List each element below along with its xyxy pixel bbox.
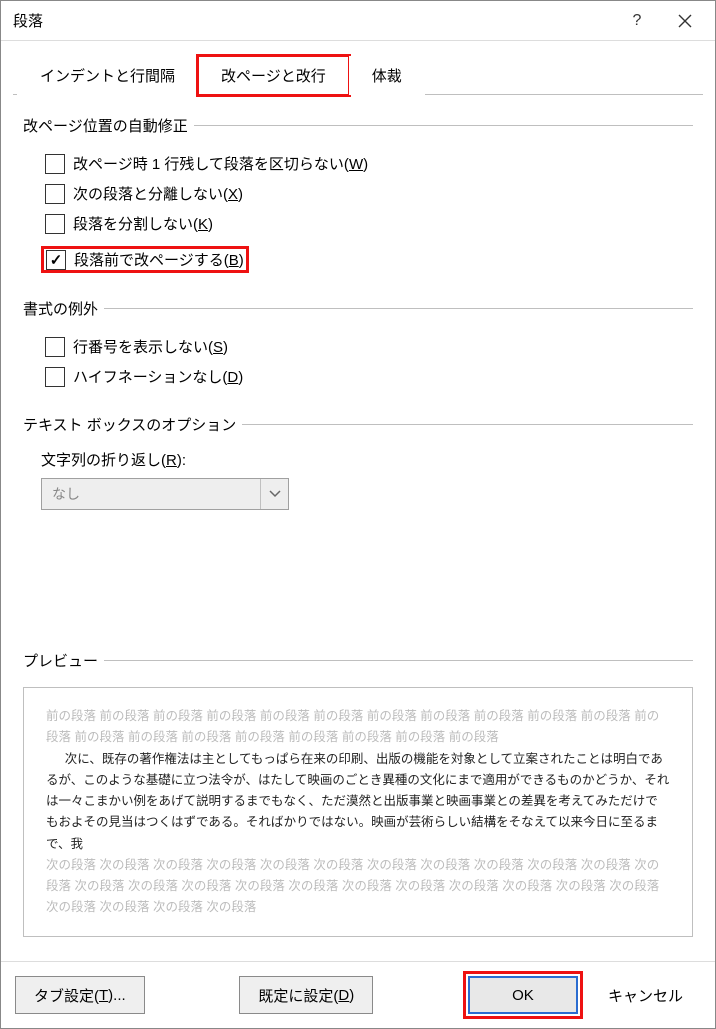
dialog-title: 段落 <box>13 10 613 31</box>
checkbox-keep-with-next[interactable]: 次の段落と分離しない(X) <box>41 181 693 206</box>
checkbox-widow-orphan[interactable]: 改ページ時 1 行残して段落を区切らない(W) <box>41 151 693 176</box>
tab-strip: インデントと行間隔 改ページと改行 体裁 <box>1 41 715 94</box>
checkbox-icon <box>46 250 66 270</box>
checkbox-page-break-before[interactable]: 段落前で改ページする(B) <box>41 246 249 273</box>
checkbox-icon <box>45 184 65 204</box>
checkbox-label: 改ページ時 1 行残して段落を区切らない(W) <box>73 153 368 174</box>
group-formatting-legend: 書式の例外 <box>23 298 104 319</box>
checkbox-icon <box>45 367 65 387</box>
group-formatting-exceptions: 書式の例外 行番号を表示しない(S) ハイフネーションなし(D) <box>23 298 693 394</box>
combobox-value: なし <box>42 484 260 504</box>
group-pagination-legend: 改ページ位置の自動修正 <box>23 115 194 136</box>
tabs-button[interactable]: タブ設定(T)... <box>15 976 145 1014</box>
checkbox-label: 行番号を表示しない(S) <box>73 336 228 357</box>
dialog-footer: タブ設定(T)... 既定に設定(D) OK キャンセル <box>1 961 715 1028</box>
checkbox-icon <box>45 154 65 174</box>
tab-indent-spacing[interactable]: インデントと行間隔 <box>17 56 198 95</box>
tab-body: 改ページ位置の自動修正 改ページ時 1 行残して段落を区切らない(W) 次の段落… <box>13 94 703 961</box>
tab-page-breaks[interactable]: 改ページと改行 <box>198 56 349 95</box>
preview-box: 前の段落 前の段落 前の段落 前の段落 前の段落 前の段落 前の段落 前の段落 … <box>23 687 693 937</box>
preview-next-paragraphs: 次の段落 次の段落 次の段落 次の段落 次の段落 次の段落 次の段落 次の段落 … <box>46 855 670 919</box>
cancel-button[interactable]: キャンセル <box>590 976 701 1014</box>
preview-prev-paragraphs: 前の段落 前の段落 前の段落 前の段落 前の段落 前の段落 前の段落 前の段落 … <box>46 706 670 749</box>
wrap-label: 文字列の折り返し(R): <box>41 449 693 470</box>
group-pagination: 改ページ位置の自動修正 改ページ時 1 行残して段落を区切らない(W) 次の段落… <box>23 115 693 278</box>
ok-button[interactable]: OK <box>468 976 578 1014</box>
group-preview: プレビュー 前の段落 前の段落 前の段落 前の段落 前の段落 前の段落 前の段落… <box>23 650 693 937</box>
checkbox-icon <box>45 337 65 357</box>
checkbox-label: 段落を分割しない(K) <box>73 213 213 234</box>
set-default-button[interactable]: 既定に設定(D) <box>239 976 373 1014</box>
checkbox-label: 次の段落と分離しない(X) <box>73 183 243 204</box>
titlebar: 段落 ? <box>1 1 715 41</box>
checkbox-label: ハイフネーションなし(D) <box>73 366 243 387</box>
group-textbox-options: テキスト ボックスのオプション 文字列の折り返し(R): なし <box>23 414 693 510</box>
group-textbox-legend: テキスト ボックスのオプション <box>23 414 242 435</box>
checkbox-label: 段落前で改ページする(B) <box>74 249 244 270</box>
chevron-down-icon <box>260 479 288 509</box>
checkbox-keep-lines-together[interactable]: 段落を分割しない(K) <box>41 211 693 236</box>
checkbox-no-hyphenation[interactable]: ハイフネーションなし(D) <box>41 364 693 389</box>
group-preview-legend: プレビュー <box>23 650 104 671</box>
checkbox-icon <box>45 214 65 234</box>
close-button[interactable] <box>661 2 709 40</box>
help-button[interactable]: ? <box>613 2 661 40</box>
preview-body-text: 次に、既存の著作権法は主としてもっぱら在来の印刷、出版の機能を対象として立案され… <box>46 749 670 855</box>
paragraph-dialog: 段落 ? インデントと行間隔 改ページと改行 体裁 改ページ位置の自動修正 改ペ… <box>0 0 716 1029</box>
checkbox-suppress-line-numbers[interactable]: 行番号を表示しない(S) <box>41 334 693 359</box>
wrap-combobox[interactable]: なし <box>41 478 289 510</box>
tab-asian[interactable]: 体裁 <box>349 56 425 95</box>
